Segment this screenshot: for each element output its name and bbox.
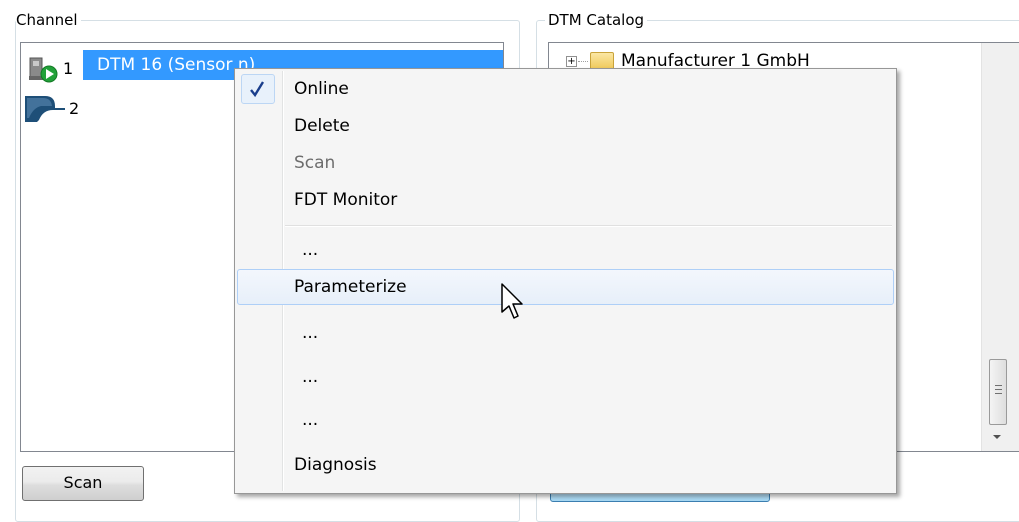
catalog-scrollbar[interactable]	[981, 43, 1019, 451]
menu-item-ellipsis[interactable]: ...	[237, 402, 894, 438]
menu-item-scan: Scan	[294, 153, 336, 173]
menu-item-diagnosis[interactable]: Diagnosis	[237, 447, 894, 483]
scroll-down-arrow-icon[interactable]	[993, 435, 1001, 439]
channel-item-2[interactable]: 2	[25, 95, 79, 123]
menu-item-online[interactable]: Online	[237, 71, 894, 107]
menu-item-label: Online	[294, 79, 349, 99]
context-menu[interactable]: Online Delete Scan FDT Monitor ... Param…	[234, 68, 897, 494]
device-online-icon	[25, 54, 63, 84]
dtm-catalog-group-title: DTM Catalog	[545, 10, 648, 30]
mouse-cursor-icon	[501, 283, 523, 319]
scrollbar-thumb[interactable]	[989, 359, 1007, 425]
menu-item-ellipsis[interactable]: ...	[237, 232, 894, 268]
expand-plus-icon[interactable]: +	[566, 56, 577, 67]
scan-button[interactable]: Scan	[22, 466, 144, 501]
menu-item-delete[interactable]: Delete	[237, 108, 894, 144]
menu-item-parameterize[interactable]: Parameterize	[237, 269, 894, 305]
checkmark-icon	[250, 81, 265, 98]
channel-item-number: 2	[69, 99, 80, 118]
channel-item-number: 1	[63, 59, 74, 78]
channel-connector-icon	[25, 94, 65, 124]
channel-item-1[interactable]: 1	[25, 55, 73, 83]
tree-dotted-line	[578, 61, 588, 62]
menu-item-ellipsis[interactable]: ...	[237, 315, 894, 351]
menu-item-ellipsis[interactable]: ...	[237, 359, 894, 395]
menu-item-fdt-monitor[interactable]: FDT Monitor	[237, 182, 894, 218]
channel-group-title: Channel	[16, 10, 81, 30]
